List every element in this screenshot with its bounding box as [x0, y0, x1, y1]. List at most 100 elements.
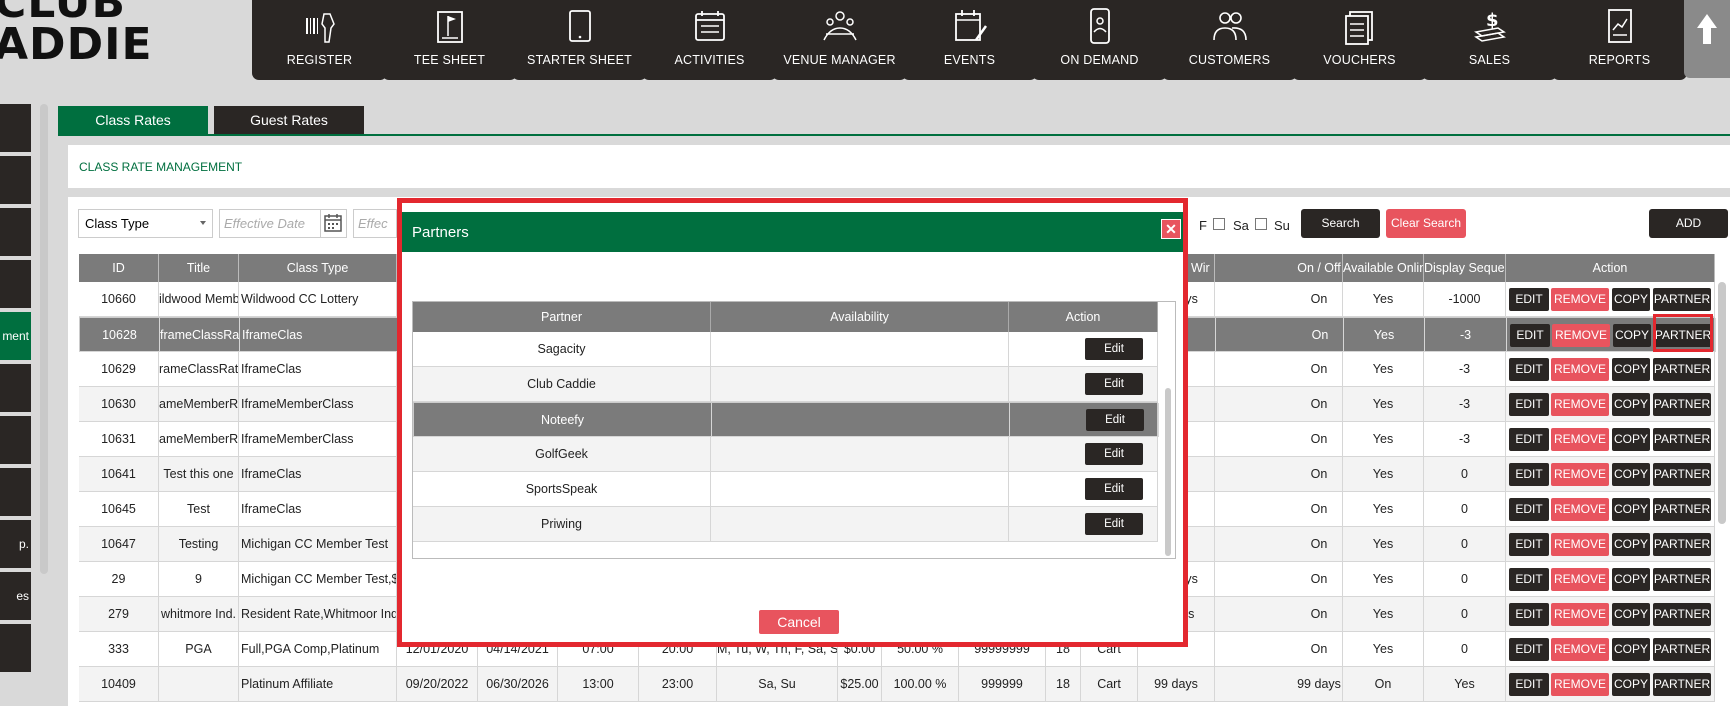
- table-scrollbar[interactable]: [1718, 282, 1726, 524]
- sidebar-item-10[interactable]: [0, 624, 31, 672]
- partner-edit-button[interactable]: Edit: [1085, 478, 1143, 500]
- partner-row[interactable]: Noteefy Edit: [413, 402, 1159, 437]
- nav-vouchers-button[interactable]: VOUCHERS: [1292, 0, 1427, 80]
- partner-edit-button[interactable]: Edit: [1085, 513, 1143, 535]
- nav-tee-sheet-button[interactable]: TEE SHEET: [382, 0, 517, 80]
- remove-button[interactable]: REMOVE: [1551, 638, 1609, 661]
- nav-activities-button[interactable]: ACTIVITIES: [642, 0, 777, 80]
- partner-row[interactable]: Club Caddie Edit: [413, 367, 1158, 402]
- copy-button[interactable]: COPY: [1612, 288, 1650, 311]
- copy-button[interactable]: COPY: [1612, 638, 1650, 661]
- copy-button[interactable]: COPY: [1612, 673, 1650, 696]
- copy-button[interactable]: COPY: [1612, 533, 1650, 556]
- edit-button[interactable]: EDIT: [1509, 638, 1549, 661]
- search-button[interactable]: Search: [1301, 209, 1380, 238]
- edit-button[interactable]: EDIT: [1509, 288, 1549, 311]
- remove-button[interactable]: REMOVE: [1551, 393, 1609, 416]
- tab-class-rates[interactable]: Class Rates: [58, 106, 208, 134]
- partner-row[interactable]: GolfGeek Edit: [413, 437, 1158, 472]
- partner-button[interactable]: PARTNER: [1653, 288, 1711, 311]
- nav-reports-button[interactable]: REPORTS: [1552, 0, 1687, 80]
- copy-button[interactable]: COPY: [1612, 463, 1650, 486]
- sidebar-item-4[interactable]: ment: [0, 312, 31, 360]
- partner-row[interactable]: Priwing Edit: [413, 507, 1158, 542]
- partner-edit-button[interactable]: Edit: [1086, 409, 1144, 431]
- remove-button[interactable]: REMOVE: [1551, 568, 1609, 591]
- nav-on-demand-button[interactable]: ON DEMAND: [1032, 0, 1167, 80]
- partner-button[interactable]: PARTNER: [1653, 358, 1711, 381]
- edit-button[interactable]: EDIT: [1509, 673, 1549, 696]
- tab-guest-rates[interactable]: Guest Rates: [214, 106, 364, 134]
- sidebar-item-2[interactable]: [0, 208, 31, 256]
- partner-button[interactable]: PARTNER: [1653, 603, 1711, 626]
- remove-button[interactable]: REMOVE: [1551, 498, 1609, 521]
- column-header-2[interactable]: Class Type: [239, 254, 397, 282]
- copy-button[interactable]: COPY: [1613, 324, 1651, 347]
- edit-button[interactable]: EDIT: [1509, 393, 1549, 416]
- nav-sales-button[interactable]: $ SALES: [1422, 0, 1557, 80]
- club-caddie-logo[interactable]: CLUB ADDIE: [0, 0, 153, 67]
- partner-row[interactable]: SportsSpeak Edit: [413, 472, 1158, 507]
- scroll-top-button[interactable]: [1684, 0, 1730, 78]
- edit-button[interactable]: EDIT: [1509, 463, 1549, 486]
- sidebar-item-9[interactable]: es: [0, 572, 31, 620]
- sidebar-item-7[interactable]: [0, 468, 31, 516]
- partner-button[interactable]: PARTNER: [1653, 498, 1711, 521]
- edit-button[interactable]: EDIT: [1509, 428, 1549, 451]
- remove-button[interactable]: REMOVE: [1551, 288, 1609, 311]
- sidebar-item-6[interactable]: [0, 416, 31, 464]
- effective-date-end-input[interactable]: Effec: [353, 209, 397, 238]
- partner-row[interactable]: Sagacity Edit: [413, 332, 1158, 367]
- partner-edit-button[interactable]: Edit: [1085, 338, 1143, 360]
- column-header-1[interactable]: Title: [159, 254, 239, 282]
- cancel-button[interactable]: Cancel: [759, 610, 839, 634]
- edit-button[interactable]: EDIT: [1509, 568, 1549, 591]
- edit-button[interactable]: EDIT: [1510, 324, 1550, 347]
- remove-button[interactable]: REMOVE: [1551, 358, 1609, 381]
- partner-edit-button[interactable]: Edit: [1085, 373, 1143, 395]
- checkbox-sa[interactable]: [1213, 218, 1225, 230]
- partner-button[interactable]: PARTNER: [1653, 638, 1711, 661]
- nav-customers-button[interactable]: CUSTOMERS: [1162, 0, 1297, 80]
- clear-search-button[interactable]: Clear Search: [1386, 209, 1466, 238]
- sidebar-item-5[interactable]: [0, 364, 31, 412]
- partners-scrollbar[interactable]: [1165, 388, 1171, 556]
- class-type-select[interactable]: Class Type: [78, 209, 213, 238]
- partner-edit-button[interactable]: Edit: [1085, 443, 1143, 465]
- partner-button[interactable]: PARTNER: [1653, 673, 1711, 696]
- partner-button[interactable]: PARTNER: [1653, 533, 1711, 556]
- remove-button[interactable]: REMOVE: [1551, 603, 1609, 626]
- copy-button[interactable]: COPY: [1612, 603, 1650, 626]
- remove-button[interactable]: REMOVE: [1551, 463, 1609, 486]
- partner-button[interactable]: PARTNER: [1653, 568, 1711, 591]
- column-header-15[interactable]: Available Onlin: [1343, 254, 1424, 282]
- copy-button[interactable]: COPY: [1612, 568, 1650, 591]
- partner-button[interactable]: PARTNER: [1653, 463, 1711, 486]
- nav-events-button[interactable]: EVENTS: [902, 0, 1037, 80]
- edit-button[interactable]: EDIT: [1509, 358, 1549, 381]
- edit-button[interactable]: EDIT: [1509, 533, 1549, 556]
- sidebar-item-3[interactable]: [0, 260, 31, 308]
- sidebar-item-1[interactable]: [0, 156, 31, 204]
- calendar-button[interactable]: [321, 209, 347, 238]
- table-row[interactable]: 10409 Platinum Affiliate 09/20/2022 06/30/2…: [79, 667, 1715, 702]
- nav-register-button[interactable]: REGISTER: [252, 0, 387, 80]
- remove-button[interactable]: REMOVE: [1551, 673, 1609, 696]
- column-header-16[interactable]: Display Sequer: [1424, 254, 1506, 282]
- sidebar-item-8[interactable]: p.: [0, 520, 31, 568]
- column-header-14[interactable]: On / Off: [1296, 254, 1343, 282]
- add-button[interactable]: ADD: [1649, 209, 1728, 238]
- nav-venue-manager-button[interactable]: VENUE MANAGER: [772, 0, 907, 80]
- remove-button[interactable]: REMOVE: [1551, 533, 1609, 556]
- nav-starter-sheet-button[interactable]: STARTER SHEET: [512, 0, 647, 80]
- copy-button[interactable]: COPY: [1612, 358, 1650, 381]
- effective-date-input[interactable]: Effective Date: [219, 209, 321, 238]
- sidebar-item-0[interactable]: [0, 104, 31, 152]
- partner-button[interactable]: PARTNER: [1653, 428, 1711, 451]
- sidebar-scrollbar[interactable]: [40, 104, 48, 574]
- remove-button[interactable]: REMOVE: [1552, 324, 1610, 347]
- copy-button[interactable]: COPY: [1612, 428, 1650, 451]
- modal-close-button[interactable]: ✕: [1161, 219, 1181, 239]
- column-header-0[interactable]: ID: [79, 254, 159, 282]
- column-header-17[interactable]: Action: [1506, 254, 1715, 282]
